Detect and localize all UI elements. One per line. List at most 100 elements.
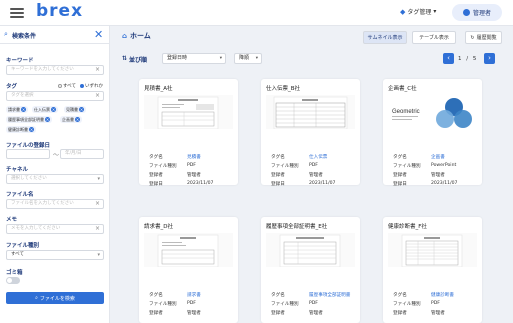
radio-all[interactable]: すべて [58,83,76,89]
next-page-button[interactable]: › [484,53,495,64]
card-registrant: 管理者 [187,173,201,178]
breadcrumb[interactable]: ⌂ ホーム [122,31,151,41]
tag-label: タグ [6,84,18,90]
table-view-button[interactable]: テーブル表示 [412,31,456,44]
date-to-input[interactable]: 年/月/日 [60,149,104,159]
card-tag[interactable]: 健康診断書 [431,292,454,298]
chip-label: 企画書 [62,117,74,122]
field-label-registrant: 登録者 [149,173,163,178]
date-from-input[interactable] [6,149,50,159]
file-card[interactable]: 履歴事項全部証明書_E社 タグ名 履歴事項全部証明書 ファイル種別 PDF 登録者 管… [261,217,360,323]
card-date: 2023/11/07 [187,181,214,186]
chip-remove-icon[interactable]: × [21,107,26,112]
tag-chip[interactable]: 請求書 × [6,106,28,113]
card-type: PowerPoint [431,163,457,168]
card-tag[interactable]: 企画書 [431,154,445,160]
admin-user-button[interactable]: 管理者 [452,4,502,21]
field-label-date: 登録日 [271,182,285,187]
tag-chip[interactable]: 企画書 × [60,116,82,123]
search-files-button[interactable]: ⌕ ファイルを検索 [6,292,104,304]
chip-remove-icon[interactable]: × [51,107,56,112]
radio-icon [58,84,62,88]
thumbnail-view-button[interactable]: サムネイル表示 [363,31,407,44]
brex-logo[interactable]: brex [36,1,83,21]
memo-input[interactable]: メモを入力してください × [6,224,104,234]
chip-label: 健康診断書 [8,127,28,132]
radio-any-label: いずれか [85,84,103,89]
keyword-input[interactable]: キーワードを入力してください × [6,65,104,75]
card-title: 見積書_A社 [144,86,173,92]
clear-icon[interactable]: × [95,66,100,74]
tag-manage-menu[interactable]: ◆ タグ管理 ▾ [400,7,437,17]
field-label-date: 登録日 [149,182,163,187]
page-total: 5 [472,56,477,62]
search-icon: ⌕ [4,30,8,38]
field-label-type: ファイル種別 [393,164,421,169]
sort-order-select[interactable]: 降順 ▾ [234,53,262,64]
field-label-type: ファイル種別 [271,302,299,307]
card-tag[interactable]: 請求書 [187,292,201,298]
sort-order-value: 降順 [239,55,250,61]
card-type: PDF [309,301,318,306]
prev-page-button[interactable]: ‹ [443,53,454,64]
history-label: 履歴閲覧 [476,35,497,41]
search-sidebar: ⌕ 検索条件 ✕ キーワード キーワードを入力してください × タグ すべて い… [0,26,110,323]
history-button[interactable]: ↻ 履歴閲覧 [465,31,502,44]
chip-remove-icon[interactable]: × [29,127,34,132]
field-label-type: ファイル種別 [393,302,421,307]
file-card[interactable]: 見積書_A社 タグ名 見積書 ファイル種別 PDF 登録者 管理者 登録日 2023/1… [139,79,238,187]
chip-label: 仕入伝票 [34,107,50,112]
document-thumbnail [144,95,233,130]
radio-any[interactable]: いずれか [80,83,103,89]
sort-key-value: 登録日時 [167,55,188,61]
filename-placeholder: ファイル名を入力してください [11,201,74,206]
chip-label: 見積書 [66,107,78,112]
clear-icon[interactable]: × [95,225,100,233]
user-avatar-icon [462,9,470,16]
channel-select[interactable]: 選択してください ▾ [6,174,104,184]
date-label: ファイルの登録日 [6,143,51,149]
chip-label: 履歴事項全部証明書 [8,117,44,122]
sort-label: ⇅ 並び順 [122,55,147,64]
clear-icon[interactable]: × [95,92,100,100]
tag-chip[interactable]: 健康診断書 × [6,126,36,133]
file-card[interactable]: 請求書_D社 タグ名 請求書 ファイル種別 PDF 登録者 管理者 [139,217,238,323]
field-label-tag: タグ名 [149,293,163,298]
field-label-type: ファイル種別 [149,164,177,169]
sort-key-select[interactable]: 登録日時 ▾ [162,53,226,64]
field-label-registrant: 登録者 [149,311,163,316]
field-label-tag: タグ名 [149,155,163,160]
tag-chip[interactable]: 見積書 × [64,106,86,113]
card-title: 企画書_C社 [388,86,417,92]
tag-manage-label: タグ管理 [407,9,432,16]
caret-down-icon: ▾ [433,8,437,15]
tag-placeholder: タグを選択 [11,93,34,98]
chip-remove-icon[interactable]: × [75,117,80,122]
search-button-label: ファイルを検索 [39,295,75,302]
hamburger-menu-icon[interactable] [10,8,24,18]
tag-chip[interactable]: 仕入伝票 × [32,106,58,113]
filename-input[interactable]: ファイル名を入力してください × [6,199,104,209]
card-type: PDF [187,163,196,168]
card-registrant: 管理者 [431,311,445,316]
filetype-select[interactable]: すべて ▾ [6,250,104,260]
presentation-thumbnail: Geometric [388,95,477,129]
file-card[interactable]: 健康診断書_F社 タグ名 健康診断書 ファイル種別 PDF 登録者 管理者 [383,217,482,323]
card-tag[interactable]: 見積書 [187,154,201,160]
chip-remove-icon[interactable]: × [79,107,84,112]
file-card[interactable]: 仕入伝票_B社 タグ名 仕入伝票 ファイル種別 PDF 登録者 管理者 登録日 2023… [261,79,360,187]
card-registrant: 管理者 [187,311,201,316]
document-thumbnail [266,233,355,268]
clear-icon[interactable]: × [95,200,100,208]
chevron-down-icon: ▾ [97,176,100,182]
radio-checked-icon [80,84,84,88]
close-icon[interactable]: ✕ [94,28,103,41]
chip-remove-icon[interactable]: × [45,117,50,122]
trash-toggle[interactable] [6,277,20,284]
card-tag[interactable]: 仕入伝票 [309,154,327,160]
filetype-value: すべて [11,252,25,257]
tag-chip[interactable]: 履歴事項全部証明書 × [6,116,52,123]
card-tag[interactable]: 履歴事項全部証明書 [309,292,350,298]
file-card[interactable]: 企画書_C社 Geometric タグ名 企画書 ファイル種別 PowerPoint… [383,79,482,187]
tag-select[interactable]: タグを選択 × [6,91,104,101]
